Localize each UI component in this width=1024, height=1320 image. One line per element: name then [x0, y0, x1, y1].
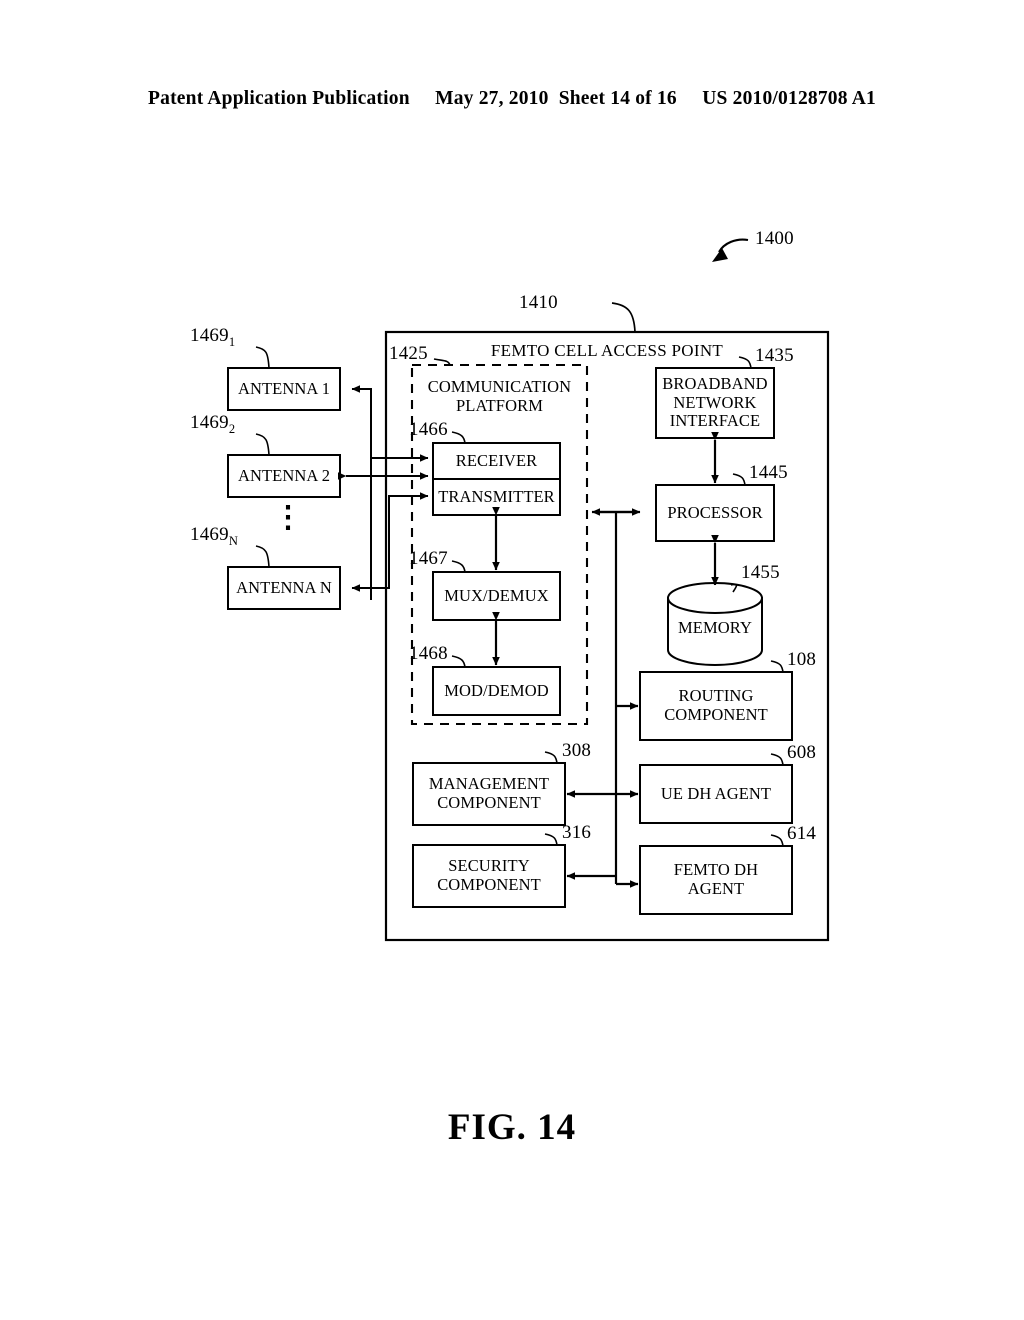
system-ref-label: 1400	[755, 228, 794, 249]
femto-dh-agent-ref-label: 614	[787, 823, 817, 844]
management-ref-leader	[544, 751, 558, 764]
mux-demux-ref-leader	[451, 560, 466, 573]
receiver-ref-leader	[451, 431, 466, 444]
ue-dh-agent-label: UE DH AGENT	[660, 783, 772, 803]
femto-dh-ref-leader	[770, 834, 784, 847]
management-component-label: MANAGEMENT COMPONENT	[428, 774, 550, 812]
antenna-2-label: ANTENNA 2	[237, 465, 331, 485]
ue-dh-agent-ref-label: 608	[787, 742, 817, 763]
antenna-2-ref-label: 14692	[190, 412, 235, 437]
antenna-n-ref-number: 1469	[190, 524, 229, 545]
communication-platform-title: COMMUNICATION PLATFORM	[427, 377, 572, 415]
security-component-ref-label: 316	[562, 822, 592, 843]
figure-caption: FIG. 14	[447, 1107, 577, 1148]
receiver-label: RECEIVER	[455, 450, 538, 470]
main-box-ref-label: 1410	[519, 292, 558, 313]
antenna-n-ref-leader	[255, 545, 270, 568]
femto-dh-agent-label: FEMTO DH AGENT	[673, 860, 759, 898]
antenna-1-ref-sub: 1	[228, 334, 236, 349]
patent-figure-page: Patent Application Publication May 27, 2…	[0, 0, 1024, 1320]
mod-demod-label: MOD/DEMOD	[444, 680, 549, 700]
broadband-network-interface-label: BROADBAND NETWORK INTERFACE	[662, 373, 768, 431]
processor-label: PROCESSOR	[667, 502, 763, 522]
antenna-n-ref-label: 1469N	[190, 524, 238, 549]
processor-ref-leader	[732, 473, 746, 486]
antenna-1-ref-label: 14691	[190, 325, 235, 350]
memory-ref-label: 1455	[741, 562, 780, 583]
transmitter-label: TRANSMITTER	[438, 486, 555, 506]
receiver-ref-label: 1466	[409, 419, 448, 440]
system-ref-leader	[712, 238, 749, 262]
security-ref-leader	[544, 833, 558, 846]
main-box-ref-leader	[611, 302, 636, 333]
mux-demux-ref-label: 1467	[409, 548, 448, 569]
antenna-1-ref-number: 1469	[190, 325, 229, 346]
broadband-network-interface-ref-label: 1435	[755, 345, 794, 366]
antenna-2-ref-sub: 2	[228, 421, 236, 436]
antenna-ellipsis: ⋮	[273, 501, 303, 534]
memory-label: MEMORY	[678, 617, 752, 637]
antenna-n-label: ANTENNA N	[236, 577, 332, 597]
mod-demod-ref-label: 1468	[409, 643, 448, 664]
mod-demod-ref-leader	[451, 655, 466, 668]
antenna-n-ref-sub: N	[228, 533, 239, 548]
management-component-ref-label: 308	[562, 740, 592, 761]
antenna-1-ref-leader	[255, 346, 270, 369]
mux-demux-label: MUX/DEMUX	[444, 585, 549, 605]
antenna-2-ref-number: 1469	[190, 412, 229, 433]
antenna-2-ref-leader	[255, 433, 270, 456]
routing-component-label: ROUTING COMPONENT	[664, 686, 768, 724]
platform-ref-label: 1425	[389, 343, 428, 364]
antenna-1-label: ANTENNA 1	[237, 378, 331, 398]
ue-dh-ref-leader	[770, 753, 784, 766]
routing-component-ref-label: 108	[787, 649, 817, 670]
security-component-label: SECURITY COMPONENT	[437, 856, 541, 894]
processor-ref-label: 1445	[749, 462, 788, 483]
routing-ref-leader	[770, 660, 784, 673]
antenna-n-wiring	[351, 492, 429, 592]
